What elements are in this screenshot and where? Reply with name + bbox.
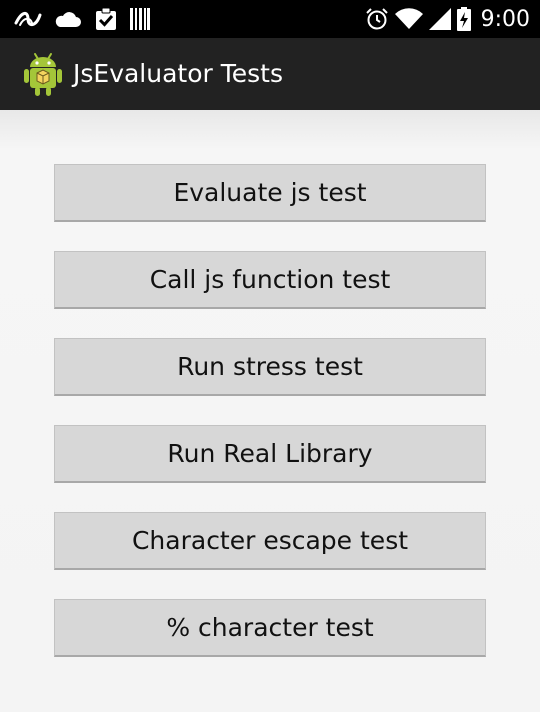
run-stress-test-button[interactable]: Run stress test: [54, 338, 486, 396]
percent-character-test-button[interactable]: % character test: [54, 599, 486, 657]
evaluate-js-test-button[interactable]: Evaluate js test: [54, 164, 486, 222]
notification-icons: [14, 6, 150, 32]
call-js-function-test-button[interactable]: Call js function test: [54, 251, 486, 309]
battery-charging-icon: [456, 7, 471, 31]
main-content: Evaluate js test Call js function test R…: [0, 110, 540, 712]
cell-signal-icon: [428, 8, 451, 30]
alarm-icon: [365, 7, 389, 31]
swype-icon: [14, 9, 42, 29]
run-real-library-button[interactable]: Run Real Library: [54, 425, 486, 483]
app-title: JsEvaluator Tests: [73, 59, 283, 88]
wifi-icon: [394, 8, 423, 30]
system-icons: 9:00: [365, 6, 530, 32]
android-icon: [24, 52, 62, 96]
clipboard-check-icon: [94, 7, 118, 31]
clock: 9:00: [480, 6, 530, 32]
barcode-icon: [130, 8, 150, 30]
character-escape-test-button[interactable]: Character escape test: [54, 512, 486, 570]
status-bar: 9:00: [0, 0, 540, 38]
action-bar: JsEvaluator Tests: [0, 38, 540, 110]
cloud-icon: [54, 10, 82, 28]
